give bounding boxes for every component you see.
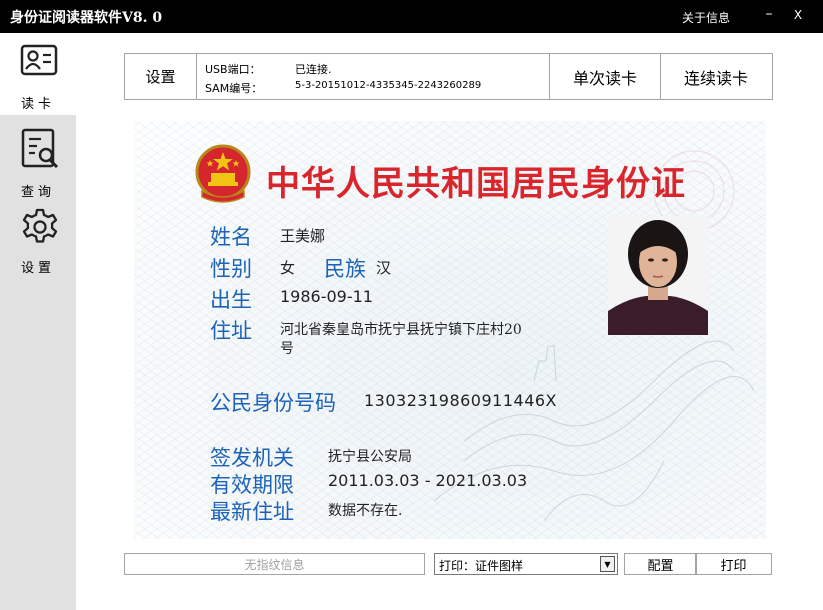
config-button[interactable]: 配置 [624, 553, 697, 575]
gender-value: 女 [280, 259, 296, 277]
usb-port-label: USB端口： [205, 63, 261, 76]
id-card-display: 中华人民共和国居民身份证 姓名 王美娜 性别 女 民族 汉 出生 1986-09… [134, 121, 766, 539]
sidebar-item-settings[interactable]: 设置 [0, 203, 76, 285]
usb-port-status: 已连接. [295, 63, 332, 76]
national-emblem-icon [195, 144, 251, 203]
address-label: 住址 [210, 319, 252, 343]
validity-label: 有效期限 [210, 473, 294, 497]
print-template-select[interactable]: 打印：证件图样 ▼ [434, 553, 618, 575]
name-value: 王美娜 [280, 227, 326, 245]
fingerprint-status: 无指纹信息 [124, 553, 425, 575]
minimize-button[interactable]: – [762, 6, 776, 22]
about-button[interactable]: 关于信息 [682, 9, 730, 26]
search-document-icon [21, 128, 59, 169]
card-title: 中华人民共和国居民身份证 [266, 164, 686, 204]
settings-button[interactable]: 设置 [125, 54, 197, 99]
sam-number-value: 5-3-20151012-4335345-2243260289 [295, 80, 482, 91]
print-template-value: 打印：证件图样 [439, 559, 524, 573]
latest-address-label: 最新住址 [210, 500, 294, 524]
name-label: 姓名 [210, 225, 252, 249]
gender-label: 性别 [210, 257, 252, 281]
reader-toolbar: 设置 USB端口： 已连接. SAM编号： 5-3-20151012-43353… [124, 53, 773, 100]
sidebar-item-label: 设置 [20, 261, 55, 276]
id-card-icon [20, 44, 58, 76]
sidebar-item-read-card[interactable]: 读卡 [0, 33, 76, 115]
sam-number-label: SAM编号： [205, 82, 263, 95]
sidebar-item-query[interactable]: 查询 [0, 121, 76, 203]
main-panel: 设置 USB端口： 已连接. SAM编号： 5-3-20151012-43353… [76, 33, 823, 610]
sidebar-item-label: 读卡 [20, 97, 55, 112]
continuous-read-button[interactable]: 连续读卡 [660, 54, 772, 99]
app-title: 身份证阅读器软件V8. 0 [10, 10, 163, 26]
ethnicity-value: 汉 [376, 259, 392, 277]
id-number-label: 公民身份号码 [210, 391, 336, 415]
sidebar: 读卡 查询 设置 [0, 33, 76, 610]
close-button[interactable]: X [792, 8, 804, 22]
address-value-line1: 河北省秦皇岛市抚宁县抚宁镇下庄村20 [280, 322, 522, 338]
ethnicity-label: 民族 [324, 257, 366, 281]
address-value-line2: 号 [280, 341, 294, 357]
portrait-photo [608, 216, 708, 335]
authority-label: 签发机关 [210, 446, 294, 470]
sidebar-item-label: 查询 [20, 185, 55, 200]
id-number-value: 13032319860911446X [364, 391, 558, 410]
print-bar: 无指纹信息 打印：证件图样 ▼ 配置 打印 [124, 553, 772, 575]
birth-value: 1986-09-11 [280, 287, 373, 306]
gear-icon [22, 208, 58, 243]
authority-value: 抚宁县公安局 [328, 449, 412, 465]
dropdown-arrow-icon[interactable]: ▼ [600, 556, 615, 572]
validity-value: 2011.03.03 - 2021.03.03 [328, 471, 528, 490]
single-read-button[interactable]: 单次读卡 [549, 54, 661, 99]
birth-label: 出生 [210, 288, 252, 312]
print-button[interactable]: 打印 [695, 553, 772, 575]
title-bar: 身份证阅读器软件V8. 0 关于信息 – X [0, 0, 823, 33]
latest-address-value: 数据不存在. [328, 503, 403, 519]
